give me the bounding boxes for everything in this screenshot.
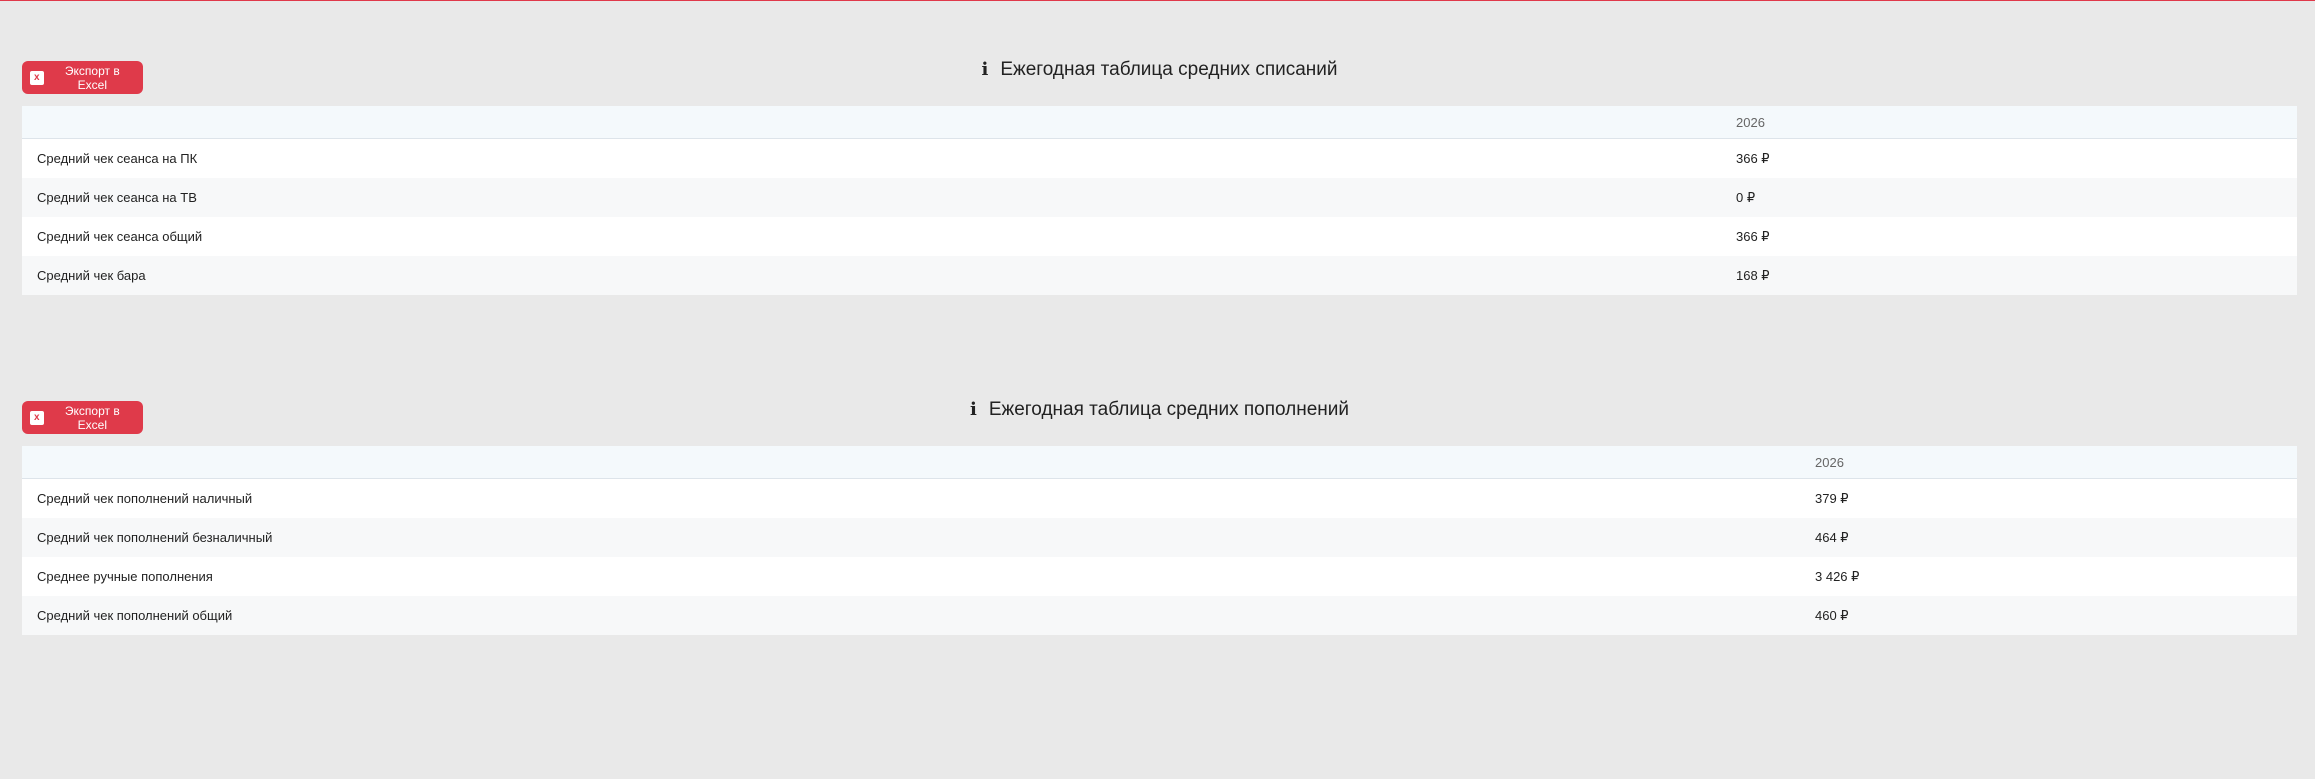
table-row: Средний чек сеанса общий 366 ₽ bbox=[22, 217, 2297, 256]
table-row: Средний чек пополнений безналичный 464 ₽ bbox=[22, 518, 2297, 557]
header-empty-cell bbox=[22, 106, 1736, 139]
header-year: 2026 bbox=[1736, 106, 2297, 139]
writeoffs-section: x Экспорт в Excel i Ежегодная таблица сре… bbox=[22, 58, 2297, 295]
row-label: Средний чек бара bbox=[37, 268, 146, 283]
row-label: Средний чек сеанса на ПК bbox=[37, 151, 198, 166]
header-year: 2026 bbox=[1815, 446, 2297, 479]
table-row: Среднее ручные пополнения 3 426 ₽ bbox=[22, 557, 2297, 596]
table-row: Средний чек сеанса на ПК 366 ₽ bbox=[22, 138, 2297, 178]
table-row: Средний чек бара 168 ₽ bbox=[22, 256, 2297, 295]
topups-section: x Экспорт в Excel i Ежегодная таблица сре… bbox=[22, 398, 2297, 635]
header-empty-cell bbox=[22, 446, 1815, 479]
row-value: 460 ₽ bbox=[1815, 607, 1849, 623]
row-label: Средний чек сеанса на ТВ bbox=[37, 190, 197, 205]
topups-title-text: Ежегодная таблица средних пополнений bbox=[988, 399, 1350, 420]
row-value: 366 ₽ bbox=[1736, 150, 1770, 166]
table-row: Средний чек пополнений наличный 379 ₽ bbox=[22, 478, 2297, 518]
row-label: Средний чек сеанса общий bbox=[37, 229, 203, 244]
row-label: Средний чек пополнений общий bbox=[37, 608, 233, 623]
row-label: Средний чек пополнений наличный bbox=[37, 491, 253, 506]
top-accent-line bbox=[0, 0, 2315, 1]
info-icon[interactable]: i bbox=[981, 59, 988, 80]
table-row: Средний чек сеанса на ТВ 0 ₽ bbox=[22, 178, 2297, 217]
row-label: Средний чек пополнений безналичный bbox=[37, 530, 273, 545]
row-value: 464 ₽ bbox=[1815, 529, 1849, 545]
table-header-row: 2026 bbox=[22, 446, 2297, 479]
info-icon[interactable]: i bbox=[970, 399, 977, 420]
row-value: 3 426 ₽ bbox=[1815, 568, 1860, 584]
writeoffs-header: x Экспорт в Excel i Ежегодная таблица сре… bbox=[22, 58, 2297, 106]
writeoffs-title-text: Ежегодная таблица средних списаний bbox=[1000, 59, 1338, 80]
row-value: 168 ₽ bbox=[1736, 267, 1770, 283]
row-label: Среднее ручные пополнения bbox=[37, 569, 213, 584]
topups-header: x Экспорт в Excel i Ежегодная таблица сре… bbox=[22, 398, 2297, 446]
row-value: 0 ₽ bbox=[1736, 189, 1756, 205]
topups-table: 2026 Средний чек пополнений наличный 379… bbox=[22, 446, 2297, 635]
writeoffs-title: i Ежегодная таблица средних списаний bbox=[22, 58, 2297, 82]
topups-title: i Ежегодная таблица средних пополнений bbox=[22, 398, 2297, 422]
writeoffs-table: 2026 Средний чек сеанса на ПК 366 ₽ Сред… bbox=[22, 106, 2297, 295]
table-header-row: 2026 bbox=[22, 106, 2297, 139]
row-value: 366 ₽ bbox=[1736, 228, 1770, 244]
table-row: Средний чек пополнений общий 460 ₽ bbox=[22, 596, 2297, 635]
row-value: 379 ₽ bbox=[1815, 490, 1849, 506]
